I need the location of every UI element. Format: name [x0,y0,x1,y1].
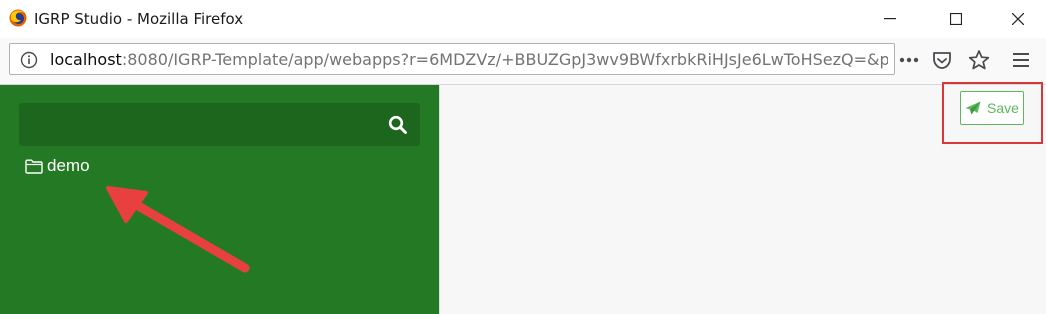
close-button[interactable] [996,4,1040,34]
menu-icon [1013,53,1029,67]
info-icon[interactable] [20,51,38,69]
pocket-icon [933,51,951,69]
sidebar: demo [0,85,439,314]
minimize-icon [884,18,896,20]
save-button[interactable]: Save [960,91,1024,125]
paper-plane-icon [965,101,981,115]
url-bar[interactable]: localhost:8080/IGRP-Template/app/webapps… [9,43,895,75]
main-content [439,85,1046,314]
firefox-logo-icon [9,9,27,27]
search-input[interactable] [19,103,369,146]
bookmark-star-icon [968,50,990,70]
minimize-button[interactable] [868,4,912,34]
url-text[interactable]: localhost:8080/IGRP-Template/app/webapps… [50,50,888,69]
browser-navbar: localhost:8080/IGRP-Template/app/webapps… [0,38,1046,85]
maximize-icon [950,13,962,25]
tree-item-label: demo [47,156,90,175]
url-path: :8080/IGRP-Template/app/webapps?r=6MDZVz… [121,50,888,69]
close-icon [1012,13,1024,25]
folder-icon [25,159,43,174]
more-button[interactable] [897,48,921,72]
url-host: localhost [50,50,122,69]
app-menu-button[interactable] [1009,48,1033,72]
window-titlebar: IGRP Studio - Mozilla Firefox [0,0,1046,39]
tree-item-demo[interactable]: demo [25,156,90,176]
save-label: Save [987,100,1019,116]
search-box [19,103,420,146]
pocket-button[interactable] [930,48,954,72]
window-title: IGRP Studio - Mozilla Firefox [34,10,244,28]
more-icon [899,57,919,63]
bookmark-button[interactable] [967,48,991,72]
search-icon[interactable] [388,115,408,135]
maximize-button[interactable] [934,4,978,34]
